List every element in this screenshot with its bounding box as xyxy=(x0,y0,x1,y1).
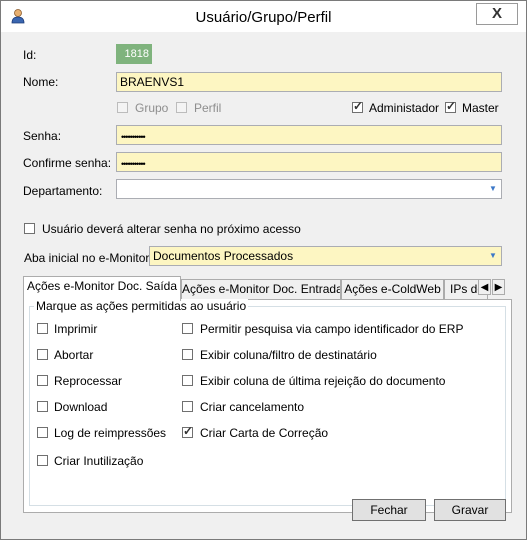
perfil-checkbox[interactable] xyxy=(176,102,187,113)
alterar-senha-checkbox[interactable] xyxy=(24,223,35,234)
log-reimpressoes-label: Log de reimpressões xyxy=(54,426,167,440)
confirme-senha-input[interactable]: ••••••••••• xyxy=(116,152,502,172)
senha-mask: ••••••••••• xyxy=(121,132,146,142)
pesquisa-erp-label: Permitir pesquisa via campo identificado… xyxy=(200,322,464,336)
id-label: Id: xyxy=(23,48,37,62)
abortar-label: Abortar xyxy=(54,348,94,362)
alterar-senha-label: Usuário deverá alterar senha no próximo … xyxy=(42,222,301,236)
administrador-checkbox[interactable]: ✓ xyxy=(352,99,364,113)
ultima-rejeicao-checkbox[interactable] xyxy=(182,375,193,386)
user-group-profile-window: Usuário/Grupo/Perfil X Id: 1818 Nome: BR… xyxy=(0,0,527,540)
tab-scroll-right-icon[interactable]: ▶ xyxy=(492,279,505,295)
tab-acoes-ecoldweb[interactable]: Ações e-ColdWeb xyxy=(341,279,444,299)
filtro-destinatario-checkbox[interactable] xyxy=(182,349,193,360)
id-value: 1818 xyxy=(116,44,152,64)
senha-label: Senha: xyxy=(23,129,62,143)
nome-label: Nome: xyxy=(23,75,59,89)
chevron-down-icon[interactable]: ▼ xyxy=(488,250,498,262)
group-legend: Marque as ações permitidas ao usuário xyxy=(34,299,249,313)
title-bar: Usuário/Grupo/Perfil X xyxy=(1,1,526,32)
aba-inicial-select[interactable]: Documentos Processados ▼ xyxy=(149,246,502,266)
aba-inicial-label: Aba inicial no e-Monitor: xyxy=(24,251,153,265)
tab-panel-acoes-doc-saida: Marque as ações permitidas ao usuário Im… xyxy=(23,299,512,513)
download-label: Download xyxy=(54,400,108,414)
criar-inutilizacao-checkbox[interactable] xyxy=(37,455,48,466)
imprimir-label: Imprimir xyxy=(54,322,98,336)
aba-inicial-value: Documentos Processados xyxy=(153,249,294,263)
senha-input[interactable]: ••••••••••• xyxy=(116,125,502,145)
filtro-destinatario-label: Exibir coluna/filtro de destinatário xyxy=(200,348,377,362)
imprimir-checkbox[interactable] xyxy=(37,323,48,334)
pesquisa-erp-checkbox[interactable] xyxy=(182,323,193,334)
departamento-label: Departamento: xyxy=(23,184,103,198)
nome-input[interactable]: BRAENVS1 xyxy=(116,72,502,92)
master-label: Master xyxy=(462,101,499,115)
ultima-rejeicao-label: Exibir coluna de última rejeição do docu… xyxy=(200,374,446,388)
departamento-select[interactable]: ▼ xyxy=(116,179,502,199)
perfil-label: Perfil xyxy=(194,101,222,115)
criar-cancelamento-label: Criar cancelamento xyxy=(200,400,305,414)
abortar-checkbox[interactable] xyxy=(37,349,48,360)
confirme-senha-mask: ••••••••••• xyxy=(121,159,146,169)
form-body: Id: 1818 Nome: BRAENVS1 Grupo Perfil ✓ A… xyxy=(1,32,526,539)
download-checkbox[interactable] xyxy=(37,401,48,412)
gravar-button[interactable]: Gravar xyxy=(434,499,506,521)
grupo-checkbox[interactable] xyxy=(117,102,128,113)
checkmark-icon: ✓ xyxy=(353,99,364,113)
actions-tab-strip: Ações e-Monitor Doc. Saída Ações e-Monit… xyxy=(23,276,512,301)
close-button[interactable]: X xyxy=(476,3,518,25)
checkmark-icon: ✓ xyxy=(446,99,457,113)
administrador-label: Administador xyxy=(369,101,440,115)
carta-correcao-checkbox[interactable]: ✓ xyxy=(182,424,194,438)
log-reimpressoes-checkbox[interactable] xyxy=(37,427,48,438)
window-title: Usuário/Grupo/Perfil xyxy=(195,9,332,26)
tab-acoes-doc-saida[interactable]: Ações e-Monitor Doc. Saída xyxy=(23,276,181,301)
confirme-senha-label: Confirme senha: xyxy=(23,156,112,170)
tab-acoes-doc-entrada[interactable]: Ações e-Monitor Doc. Entrada xyxy=(181,279,341,299)
fechar-button[interactable]: Fechar xyxy=(352,499,426,521)
criar-inutilizacao-label: Criar Inutilização xyxy=(54,454,144,468)
criar-cancelamento-checkbox[interactable] xyxy=(182,401,193,412)
tab-scroll-left-icon[interactable]: ◀ xyxy=(478,279,491,295)
chevron-down-icon[interactable]: ▼ xyxy=(488,183,498,195)
close-icon: X xyxy=(491,5,502,22)
carta-correcao-label: Criar Carta de Correção xyxy=(200,426,329,440)
permitted-actions-group: Marque as ações permitidas ao usuário Im… xyxy=(29,299,506,506)
master-checkbox[interactable]: ✓ xyxy=(445,99,457,113)
grupo-label: Grupo xyxy=(135,101,169,115)
checkmark-icon: ✓ xyxy=(183,424,194,438)
reprocessar-checkbox[interactable] xyxy=(37,375,48,386)
reprocessar-label: Reprocessar xyxy=(54,374,123,388)
